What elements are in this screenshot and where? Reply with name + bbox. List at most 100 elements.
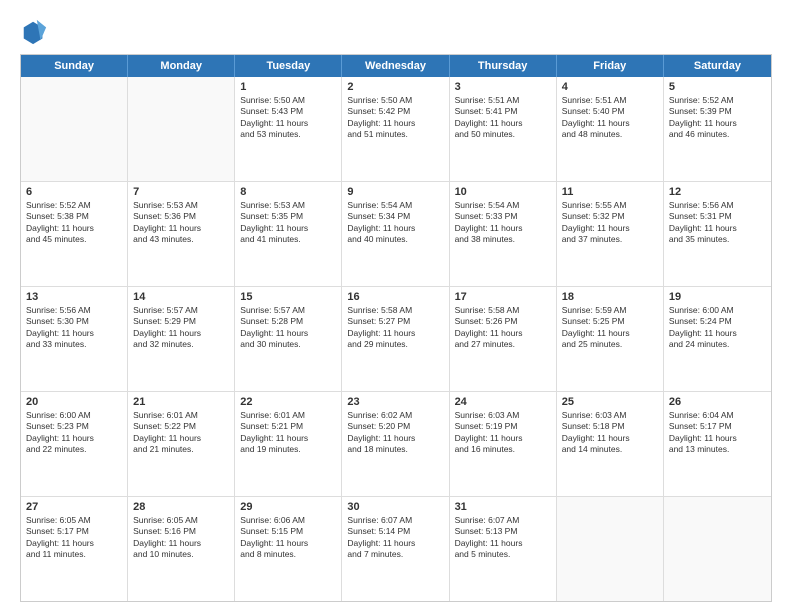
day-number: 10 (455, 186, 551, 198)
day-cell: 8 Sunrise: 5:53 AM Sunset: 5:35 PM Daylig… (235, 182, 342, 286)
day-number: 2 (347, 81, 443, 93)
day-info: Sunrise: 5:59 AM Sunset: 5:25 PM Dayligh… (562, 305, 658, 351)
day-number: 28 (133, 501, 229, 513)
week-row-5: 27 Sunrise: 6:05 AM Sunset: 5:17 PM Dayli… (21, 496, 771, 601)
week-row-3: 13 Sunrise: 5:56 AM Sunset: 5:30 PM Dayli… (21, 286, 771, 391)
day-number: 31 (455, 501, 551, 513)
day-cell: 11 Sunrise: 5:55 AM Sunset: 5:32 PM Dayli… (557, 182, 664, 286)
logo-icon (20, 18, 48, 46)
week-row-4: 20Sunrise: 6:00 AM Sunset: 5:23 PM Dayli… (21, 391, 771, 496)
day-number: 8 (240, 186, 336, 198)
day-info: Sunrise: 5:54 AM Sunset: 5:33 PM Dayligh… (455, 200, 551, 246)
day-info: Sunrise: 5:53 AM Sunset: 5:36 PM Dayligh… (133, 200, 229, 246)
day-info: Sunrise: 5:56 AM Sunset: 5:30 PM Dayligh… (26, 305, 122, 351)
day-number: 1 (240, 81, 336, 93)
day-cell (128, 77, 235, 181)
day-number: 4 (562, 81, 658, 93)
day-number: 24 (455, 396, 551, 408)
day-number: 18 (562, 291, 658, 303)
day-cell: 25Sunrise: 6:03 AM Sunset: 5:18 PM Dayli… (557, 392, 664, 496)
day-number: 9 (347, 186, 443, 198)
day-cell: 12Sunrise: 5:56 AM Sunset: 5:31 PM Dayli… (664, 182, 771, 286)
day-number: 13 (26, 291, 122, 303)
day-cell: 16 Sunrise: 5:58 AM Sunset: 5:27 PM Dayli… (342, 287, 449, 391)
day-cell: 1 Sunrise: 5:50 AM Sunset: 5:43 PM Daylig… (235, 77, 342, 181)
day-cell: 2 Sunrise: 5:50 AM Sunset: 5:42 PM Daylig… (342, 77, 449, 181)
day-cell: 21 Sunrise: 6:01 AM Sunset: 5:22 PM Dayli… (128, 392, 235, 496)
day-cell: 17Sunrise: 5:58 AM Sunset: 5:26 PM Dayli… (450, 287, 557, 391)
day-info: Sunrise: 5:56 AM Sunset: 5:31 PM Dayligh… (669, 200, 766, 246)
day-number: 16 (347, 291, 443, 303)
day-number: 20 (26, 396, 122, 408)
day-number: 25 (562, 396, 658, 408)
day-info: Sunrise: 6:01 AM Sunset: 5:21 PM Dayligh… (240, 410, 336, 456)
day-cell: 5 Sunrise: 5:52 AM Sunset: 5:39 PM Daylig… (664, 77, 771, 181)
header (20, 18, 772, 46)
col-header-thursday: Thursday (450, 55, 557, 77)
day-cell: 14 Sunrise: 5:57 AM Sunset: 5:29 PM Dayli… (128, 287, 235, 391)
day-cell: 23 Sunrise: 6:02 AM Sunset: 5:20 PM Dayli… (342, 392, 449, 496)
day-number: 27 (26, 501, 122, 513)
day-number: 3 (455, 81, 551, 93)
day-info: Sunrise: 5:55 AM Sunset: 5:32 PM Dayligh… (562, 200, 658, 246)
col-header-monday: Monday (128, 55, 235, 77)
day-info: Sunrise: 5:50 AM Sunset: 5:42 PM Dayligh… (347, 95, 443, 141)
day-number: 23 (347, 396, 443, 408)
day-cell: 31Sunrise: 6:07 AM Sunset: 5:13 PM Dayli… (450, 497, 557, 601)
day-number: 7 (133, 186, 229, 198)
day-cell: 26 Sunrise: 6:04 AM Sunset: 5:17 PM Dayli… (664, 392, 771, 496)
day-info: Sunrise: 6:07 AM Sunset: 5:14 PM Dayligh… (347, 515, 443, 561)
day-cell: 24 Sunrise: 6:03 AM Sunset: 5:19 PM Dayli… (450, 392, 557, 496)
day-info: Sunrise: 6:04 AM Sunset: 5:17 PM Dayligh… (669, 410, 766, 456)
calendar: SundayMondayTuesdayWednesdayThursdayFrid… (20, 54, 772, 602)
day-info: Sunrise: 5:58 AM Sunset: 5:27 PM Dayligh… (347, 305, 443, 351)
day-info: Sunrise: 6:05 AM Sunset: 5:17 PM Dayligh… (26, 515, 122, 561)
day-info: Sunrise: 5:54 AM Sunset: 5:34 PM Dayligh… (347, 200, 443, 246)
day-cell: 22 Sunrise: 6:01 AM Sunset: 5:21 PM Dayli… (235, 392, 342, 496)
day-info: Sunrise: 5:57 AM Sunset: 5:29 PM Dayligh… (133, 305, 229, 351)
day-info: Sunrise: 6:01 AM Sunset: 5:22 PM Dayligh… (133, 410, 229, 456)
day-info: Sunrise: 5:50 AM Sunset: 5:43 PM Dayligh… (240, 95, 336, 141)
day-number: 14 (133, 291, 229, 303)
day-number: 29 (240, 501, 336, 513)
col-header-saturday: Saturday (664, 55, 771, 77)
day-cell: 30 Sunrise: 6:07 AM Sunset: 5:14 PM Dayli… (342, 497, 449, 601)
day-info: Sunrise: 6:02 AM Sunset: 5:20 PM Dayligh… (347, 410, 443, 456)
day-number: 26 (669, 396, 766, 408)
day-number: 22 (240, 396, 336, 408)
day-cell: 4 Sunrise: 5:51 AM Sunset: 5:40 PM Daylig… (557, 77, 664, 181)
day-number: 30 (347, 501, 443, 513)
column-headers: SundayMondayTuesdayWednesdayThursdayFrid… (21, 55, 771, 77)
day-info: Sunrise: 6:03 AM Sunset: 5:19 PM Dayligh… (455, 410, 551, 456)
day-info: Sunrise: 5:52 AM Sunset: 5:38 PM Dayligh… (26, 200, 122, 246)
day-number: 21 (133, 396, 229, 408)
day-info: Sunrise: 5:51 AM Sunset: 5:41 PM Dayligh… (455, 95, 551, 141)
day-number: 17 (455, 291, 551, 303)
week-row-2: 6Sunrise: 5:52 AM Sunset: 5:38 PM Daylig… (21, 181, 771, 286)
day-info: Sunrise: 5:53 AM Sunset: 5:35 PM Dayligh… (240, 200, 336, 246)
logo (20, 18, 52, 46)
day-cell: 18 Sunrise: 5:59 AM Sunset: 5:25 PM Dayli… (557, 287, 664, 391)
day-cell: 29Sunrise: 6:06 AM Sunset: 5:15 PM Dayli… (235, 497, 342, 601)
day-cell: 19 Sunrise: 6:00 AM Sunset: 5:24 PM Dayli… (664, 287, 771, 391)
week-row-1: 1 Sunrise: 5:50 AM Sunset: 5:43 PM Daylig… (21, 77, 771, 181)
day-cell: 28Sunrise: 6:05 AM Sunset: 5:16 PM Dayli… (128, 497, 235, 601)
day-number: 19 (669, 291, 766, 303)
day-info: Sunrise: 5:51 AM Sunset: 5:40 PM Dayligh… (562, 95, 658, 141)
col-header-tuesday: Tuesday (235, 55, 342, 77)
day-cell (21, 77, 128, 181)
day-info: Sunrise: 6:00 AM Sunset: 5:24 PM Dayligh… (669, 305, 766, 351)
day-cell: 20Sunrise: 6:00 AM Sunset: 5:23 PM Dayli… (21, 392, 128, 496)
col-header-wednesday: Wednesday (342, 55, 449, 77)
day-info: Sunrise: 5:52 AM Sunset: 5:39 PM Dayligh… (669, 95, 766, 141)
weeks: 1 Sunrise: 5:50 AM Sunset: 5:43 PM Daylig… (21, 77, 771, 601)
day-info: Sunrise: 5:57 AM Sunset: 5:28 PM Dayligh… (240, 305, 336, 351)
day-cell: 6Sunrise: 5:52 AM Sunset: 5:38 PM Daylig… (21, 182, 128, 286)
day-number: 5 (669, 81, 766, 93)
day-cell: 27 Sunrise: 6:05 AM Sunset: 5:17 PM Dayli… (21, 497, 128, 601)
day-cell: 3 Sunrise: 5:51 AM Sunset: 5:41 PM Daylig… (450, 77, 557, 181)
day-number: 11 (562, 186, 658, 198)
day-cell: 9 Sunrise: 5:54 AM Sunset: 5:34 PM Daylig… (342, 182, 449, 286)
day-cell (664, 497, 771, 601)
day-cell: 13 Sunrise: 5:56 AM Sunset: 5:30 PM Dayli… (21, 287, 128, 391)
